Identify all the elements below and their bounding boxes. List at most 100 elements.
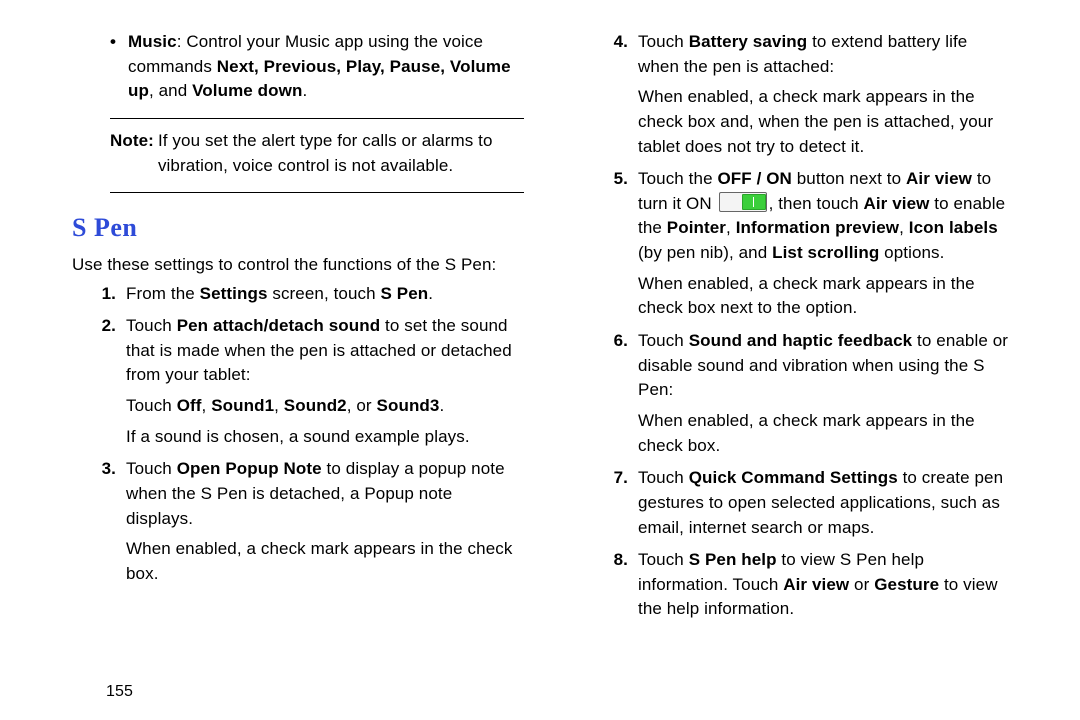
step-paragraph: Touch Pen attach/detach sound to set the… <box>126 314 524 388</box>
page-number: 155 <box>106 680 133 703</box>
text-run: When enabled, a check mark appears in th… <box>638 274 975 318</box>
step-paragraph: When enabled, a check mark appears in th… <box>126 537 524 586</box>
step-paragraph: Touch S Pen help to view S Pen help info… <box>638 548 1012 622</box>
text-run: Touch <box>638 331 689 350</box>
step-paragraph: Touch Battery saving to extend battery l… <box>638 30 1012 79</box>
step-paragraph: When enabled, a check mark appears in th… <box>638 409 1012 458</box>
numbered-step: 2.Touch Pen attach/detach sound to set t… <box>72 314 524 453</box>
bold-run: Open Popup Note <box>177 459 322 478</box>
bold-run: Air view <box>906 169 972 188</box>
bold-run: Icon labels <box>909 218 998 237</box>
bold-run: Information preview <box>736 218 899 237</box>
step-body: Touch Quick Command Settings to create p… <box>638 466 1012 544</box>
step-body: Touch Battery saving to extend battery l… <box>638 30 1012 163</box>
bold-run: Sound3 <box>377 396 440 415</box>
right-steps: 4.Touch Battery saving to extend battery… <box>584 30 1012 626</box>
bold-run: Off <box>177 396 202 415</box>
step-number: 3. <box>72 457 126 590</box>
bold-run: Pointer <box>667 218 726 237</box>
text-run: Touch the <box>638 169 717 188</box>
step-body: Touch the OFF / ON button next to Air vi… <box>638 167 1012 325</box>
music-cmds2: Volume down <box>192 81 302 100</box>
bold-run: S Pen <box>381 284 429 303</box>
step-number: 4. <box>584 30 638 163</box>
music-label: Music <box>128 32 177 51</box>
bold-run: Quick Command Settings <box>689 468 898 487</box>
bold-run: S Pen help <box>689 550 777 569</box>
text-run: , or <box>347 396 377 415</box>
bold-run: Air view <box>783 575 849 594</box>
step-number: 5. <box>584 167 638 325</box>
text-run: , <box>202 396 212 415</box>
text-run: or <box>849 575 874 594</box>
right-column: 4.Touch Battery saving to extend battery… <box>542 30 1012 720</box>
text-run: When enabled, a check mark appears in th… <box>126 539 512 583</box>
bold-run: OFF / ON <box>717 169 791 188</box>
text-run: When enabled, a check mark appears in th… <box>638 411 975 455</box>
music-text2: , and <box>149 81 192 100</box>
step-paragraph: Touch Quick Command Settings to create p… <box>638 466 1012 540</box>
numbered-step: 8.Touch S Pen help to view S Pen help in… <box>584 548 1012 626</box>
text-run: . <box>439 396 444 415</box>
text-run: Touch <box>126 459 177 478</box>
text-run: . <box>428 284 433 303</box>
bold-run: Sound1 <box>211 396 274 415</box>
section-intro: Use these settings to control the functi… <box>72 253 524 278</box>
bold-run: Battery saving <box>689 32 808 51</box>
text-run: (by pen nib), and <box>638 243 772 262</box>
manual-page: • Music: Control your Music app using th… <box>0 0 1080 720</box>
step-paragraph: When enabled, a check mark appears in th… <box>638 85 1012 159</box>
text-run: , <box>899 218 909 237</box>
bold-run: Gesture <box>874 575 939 594</box>
text-run: From the <box>126 284 200 303</box>
text-run: Touch <box>638 468 689 487</box>
bold-run: Air view <box>863 194 929 213</box>
bold-run: Pen attach/detach sound <box>177 316 381 335</box>
left-steps: 1.From the Settings screen, touch S Pen.… <box>72 282 524 591</box>
note-body: If you set the alert type for calls or a… <box>158 129 524 178</box>
numbered-step: 4.Touch Battery saving to extend battery… <box>584 30 1012 163</box>
text-run: Touch <box>638 550 689 569</box>
left-column: • Music: Control your Music app using th… <box>72 30 542 720</box>
step-body: Touch Sound and haptic feedback to enabl… <box>638 329 1012 462</box>
toggle-on-icon <box>719 192 767 212</box>
note: Note: If you set the alert type for call… <box>110 129 524 178</box>
numbered-step: 6.Touch Sound and haptic feedback to ena… <box>584 329 1012 462</box>
step-paragraph: Touch Open Popup Note to display a popup… <box>126 457 524 531</box>
step-number: 7. <box>584 466 638 544</box>
text-run: options. <box>879 243 944 262</box>
text-run: If a sound is chosen, a sound example pl… <box>126 427 470 446</box>
text-run: When enabled, a check mark appears in th… <box>638 87 993 155</box>
text-run: Touch <box>638 32 689 51</box>
bold-run: Sound2 <box>284 396 347 415</box>
step-paragraph: From the Settings screen, touch S Pen. <box>126 282 524 307</box>
text-run: button next to <box>792 169 906 188</box>
step-number: 2. <box>72 314 126 453</box>
music-text3: . <box>302 81 307 100</box>
step-paragraph: If a sound is chosen, a sound example pl… <box>126 425 524 450</box>
bold-run: Settings <box>200 284 268 303</box>
step-body: From the Settings screen, touch S Pen. <box>126 282 524 311</box>
numbered-step: 1.From the Settings screen, touch S Pen. <box>72 282 524 311</box>
bold-run: Sound and haptic feedback <box>689 331 913 350</box>
text-run: Touch <box>126 396 177 415</box>
step-body: Touch Open Popup Note to display a popup… <box>126 457 524 590</box>
section-heading: S Pen <box>72 209 524 247</box>
numbered-step: 3.Touch Open Popup Note to display a pop… <box>72 457 524 590</box>
bold-run: List scrolling <box>772 243 879 262</box>
divider-top <box>110 118 524 119</box>
step-number: 6. <box>584 329 638 462</box>
step-body: Touch S Pen help to view S Pen help info… <box>638 548 1012 626</box>
text-run: , <box>726 218 736 237</box>
text-run: screen, touch <box>268 284 381 303</box>
step-paragraph: Touch the OFF / ON button next to Air vi… <box>638 167 1012 266</box>
step-paragraph: Touch Off, Sound1, Sound2, or Sound3. <box>126 394 524 419</box>
step-number: 8. <box>584 548 638 626</box>
note-label: Note: <box>110 129 154 178</box>
text-run: , <box>274 396 284 415</box>
bullet-dot-icon: • <box>110 30 128 104</box>
music-bullet: • Music: Control your Music app using th… <box>110 30 524 104</box>
numbered-step: 7.Touch Quick Command Settings to create… <box>584 466 1012 544</box>
step-number: 1. <box>72 282 126 311</box>
step-body: Touch Pen attach/detach sound to set the… <box>126 314 524 453</box>
